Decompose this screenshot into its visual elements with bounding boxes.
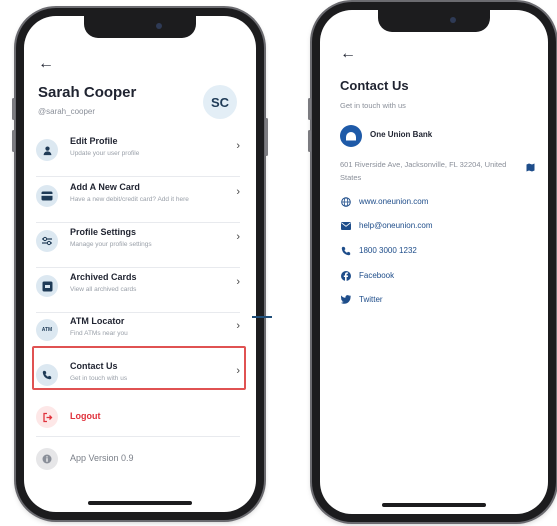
menu-item-title: ATM Locator [70, 316, 125, 326]
page-subtitle: Get in touch with us [340, 101, 406, 110]
chevron-right-icon: › [236, 140, 240, 152]
menu-item-archived-cards[interactable]: Archived Cards View all archived cards › [36, 270, 240, 310]
profile-name: Sarah Cooper [38, 84, 137, 101]
phone-frame-profile: ← Sarah Cooper @sarah_cooper SC Edit Pro… [12, 8, 268, 520]
volume-down-button [308, 130, 311, 152]
contact-website-text: www.oneunion.com [359, 197, 429, 206]
flow-connector [252, 316, 272, 318]
map-icon[interactable] [526, 159, 535, 177]
contact-email-text: help@oneunion.com [359, 221, 433, 230]
divider [36, 267, 240, 268]
bank-address: 601 Riverside Ave, Jacksonville, FL 3220… [340, 160, 507, 182]
logout-label: Logout [70, 411, 101, 421]
divider [36, 222, 240, 223]
mail-icon [340, 220, 351, 231]
atm-icon-label: ATM [41, 327, 53, 333]
power-button [265, 118, 268, 156]
notch [84, 16, 196, 38]
globe-icon [340, 196, 351, 207]
facebook-icon [340, 270, 351, 281]
menu-item-add-card[interactable]: Add A New Card Have a new debit/credit c… [36, 180, 240, 220]
phone-frame-contact: ← Contact Us Get in touch with us One Un… [308, 2, 556, 522]
home-indicator [382, 503, 486, 507]
menu-item-title: Add A New Card [70, 182, 140, 192]
app-version-label: App Version 0.9 [70, 453, 134, 463]
info-icon [36, 448, 58, 470]
twitter-icon [340, 294, 351, 305]
menu-item-title: Edit Profile [70, 136, 118, 146]
user-icon [36, 139, 58, 161]
avatar[interactable]: SC [203, 85, 237, 119]
chevron-right-icon: › [236, 320, 240, 332]
divider [36, 436, 240, 437]
contact-twitter-text: Twitter [359, 295, 383, 304]
menu-item-title: Archived Cards [70, 272, 137, 282]
chevron-right-icon: › [236, 276, 240, 288]
menu-item-subtitle: Manage your profile settings [70, 241, 152, 248]
back-arrow-icon[interactable]: ← [340, 46, 356, 62]
menu-item-edit-profile[interactable]: Edit Profile Update your user profile › [36, 134, 240, 174]
archive-icon [36, 275, 58, 297]
profile-handle: @sarah_cooper [38, 107, 96, 116]
bank-name: One Union Bank [370, 130, 433, 139]
phone-icon [340, 245, 351, 256]
menu-item-profile-settings[interactable]: Profile Settings Manage your profile set… [36, 225, 240, 265]
divider [36, 176, 240, 177]
contact-screen: ← Contact Us Get in touch with us One Un… [320, 10, 548, 514]
contact-facebook-text: Facebook [359, 271, 395, 280]
home-indicator [88, 501, 192, 505]
menu-item-subtitle: Have a new debit/credit card? Add it her… [70, 196, 189, 203]
page-title: Contact Us [340, 78, 409, 93]
chevron-right-icon: › [236, 231, 240, 243]
menu-item-title: Profile Settings [70, 227, 137, 237]
contact-phone-text: 1800 3000 1232 [359, 246, 417, 255]
card-icon [36, 185, 58, 207]
profile-screen: ← Sarah Cooper @sarah_cooper SC Edit Pro… [24, 16, 256, 512]
menu-item-subtitle: Find ATMs near you [70, 330, 128, 337]
logout-icon [36, 406, 58, 428]
sliders-icon [36, 230, 58, 252]
back-arrow-icon[interactable]: ← [38, 56, 54, 72]
chevron-right-icon: › [236, 186, 240, 198]
volume-up-button [308, 98, 311, 120]
volume-down-button [12, 130, 15, 152]
notch [378, 10, 490, 32]
menu-item-subtitle: Update your user profile [70, 150, 140, 157]
bank-logo-icon [340, 125, 362, 147]
divider [36, 312, 240, 313]
volume-up-button [12, 98, 15, 120]
atm-icon: ATM [36, 319, 58, 341]
contact-us-highlight [32, 346, 246, 390]
menu-item-subtitle: View all archived cards [70, 286, 137, 293]
